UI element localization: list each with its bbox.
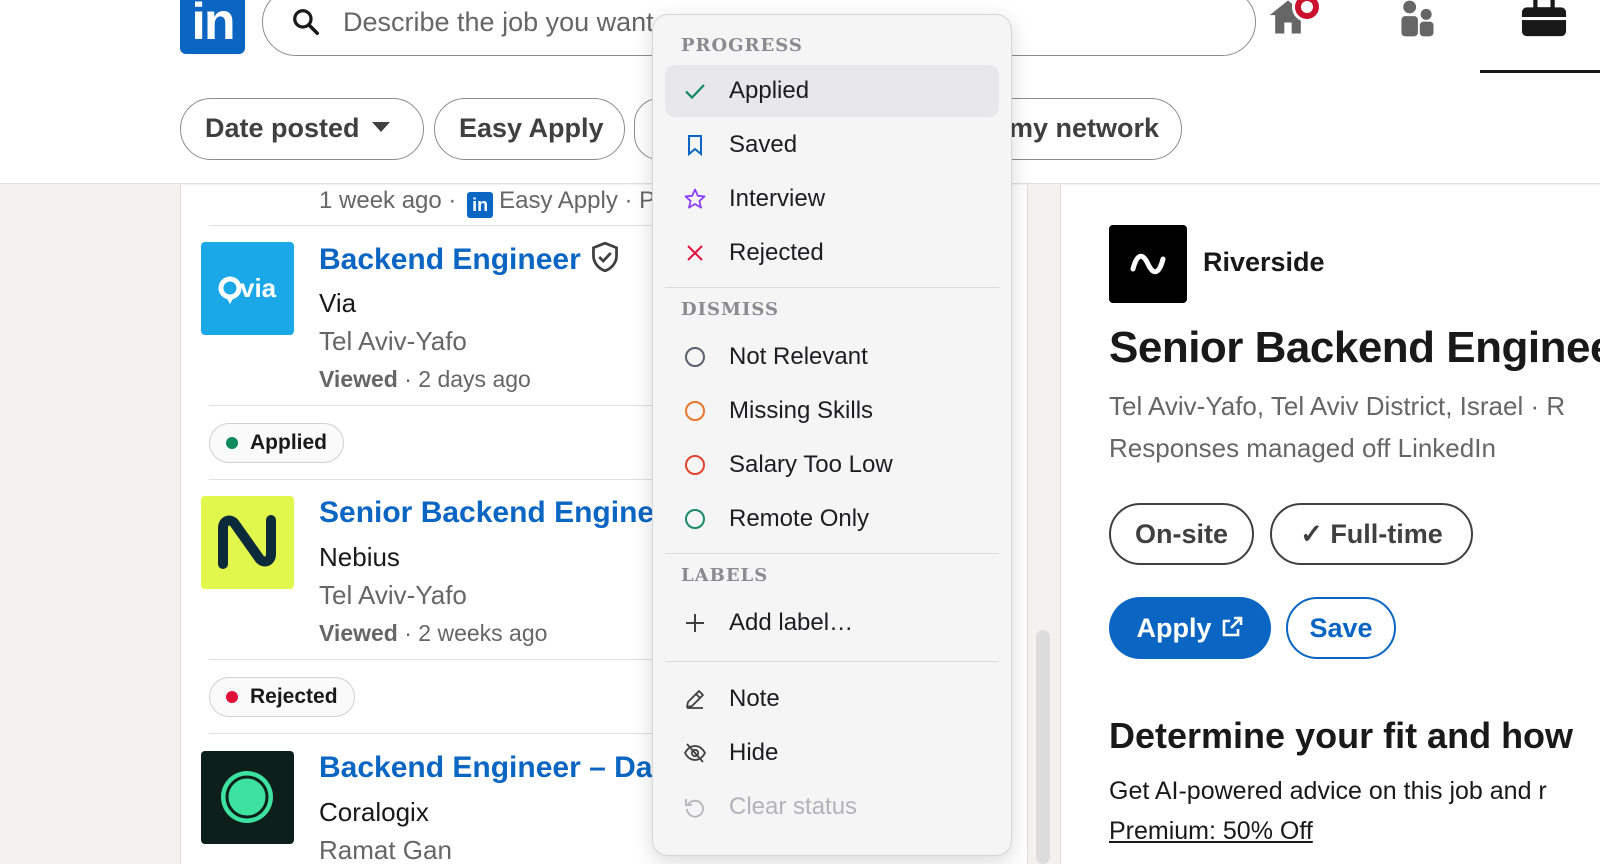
circle-icon bbox=[685, 509, 705, 529]
section-label-labels: LABELS bbox=[681, 565, 769, 586]
menu-item-not-relevant[interactable]: Not Relevant bbox=[665, 331, 999, 383]
wave-icon bbox=[1130, 253, 1166, 275]
status-dot bbox=[226, 437, 238, 449]
job-title-link[interactable]: Backend Engineer – Da bbox=[319, 751, 652, 785]
checkmark-icon: ✓ bbox=[1300, 519, 1331, 549]
search-icon bbox=[293, 9, 319, 35]
briefcase-icon bbox=[1521, 0, 1567, 37]
job-title-link[interactable]: Senior Backend Engine bbox=[319, 496, 654, 530]
circle-icon bbox=[685, 455, 705, 475]
circle-icon bbox=[685, 347, 705, 367]
premium-link[interactable]: Premium: 50% Off bbox=[1109, 817, 1313, 846]
filter-date-posted[interactable]: Date posted bbox=[180, 98, 424, 160]
job-title-link[interactable]: Backend Engineer bbox=[319, 242, 619, 277]
status-dot bbox=[226, 691, 238, 703]
apply-button[interactable]: Apply bbox=[1109, 597, 1271, 659]
list-scrollbar[interactable] bbox=[1036, 630, 1050, 864]
active-nav-indicator bbox=[1480, 70, 1600, 73]
menu-item-salary-too-low[interactable]: Salary Too Low bbox=[665, 439, 999, 491]
nav-jobs[interactable] bbox=[1518, 0, 1570, 42]
plus-icon bbox=[686, 614, 704, 632]
job-detail-responses: Responses managed off LinkedIn bbox=[1109, 433, 1496, 463]
menu-item-interview[interactable]: Interview bbox=[665, 173, 999, 225]
job-company: Coralogix bbox=[319, 797, 429, 827]
x-icon bbox=[687, 245, 703, 261]
job-location: Tel Aviv-Yafo bbox=[319, 580, 467, 610]
save-button[interactable]: Save bbox=[1286, 597, 1396, 659]
bookmark-icon bbox=[688, 135, 702, 157]
job-company: Nebius bbox=[319, 542, 400, 572]
filter-network-label: my network bbox=[1008, 113, 1159, 143]
via-logo-mark: via bbox=[218, 273, 277, 304]
external-link-icon bbox=[1222, 616, 1242, 637]
company-name[interactable]: Riverside bbox=[1203, 247, 1325, 278]
nav-home[interactable] bbox=[1266, 0, 1322, 42]
nebius-logo-mark bbox=[218, 515, 276, 569]
filter-date-posted-label: Date posted bbox=[205, 113, 360, 143]
workplace-chip: On-site bbox=[1109, 503, 1254, 565]
previous-job-meta: 1 week ago · in Easy Apply · P bbox=[319, 187, 655, 218]
job-viewed-meta: Viewed · 2 weeks ago bbox=[319, 620, 548, 646]
linkedin-mini-icon: in bbox=[467, 192, 494, 218]
caret-down-icon bbox=[371, 121, 390, 132]
menu-item-remote-only[interactable]: Remote Only bbox=[665, 493, 999, 545]
job-detail-title: Senior Backend Enginee bbox=[1109, 323, 1600, 372]
menu-item-rejected[interactable]: Rejected bbox=[665, 227, 999, 279]
undo-icon bbox=[685, 799, 704, 818]
menu-item-note[interactable]: Note bbox=[665, 673, 999, 725]
fit-heading: Determine your fit and how bbox=[1109, 715, 1574, 756]
menu-item-applied[interactable]: Applied bbox=[665, 65, 999, 117]
job-type-chip: ✓ Full-time bbox=[1270, 503, 1473, 565]
svg-text:via: via bbox=[240, 273, 277, 303]
job-viewed-meta: Viewed · 2 days ago bbox=[319, 366, 531, 392]
coralogix-logo-mark bbox=[221, 771, 273, 823]
pencil-icon bbox=[686, 690, 704, 709]
coralogix-logo bbox=[201, 751, 294, 844]
star-icon bbox=[684, 188, 706, 209]
menu-item-saved[interactable]: Saved bbox=[665, 119, 999, 171]
people-icon bbox=[1401, 0, 1434, 37]
verified-shield-icon bbox=[591, 242, 618, 272]
job-status-menu: PROGRESS Applied Saved Interview Rejecte… bbox=[652, 14, 1012, 856]
menu-separator bbox=[665, 553, 999, 554]
via-logo: via bbox=[201, 242, 294, 335]
status-chip-rejected[interactable]: Rejected bbox=[209, 677, 355, 717]
section-label-dismiss: DISMISS bbox=[681, 299, 779, 320]
linkedin-logo[interactable]: in bbox=[180, 0, 245, 54]
menu-item-missing-skills[interactable]: Missing Skills bbox=[665, 385, 999, 437]
search-placeholder: Describe the job you want bbox=[343, 7, 654, 37]
check-icon bbox=[685, 84, 705, 100]
menu-item-add-label[interactable]: Add label… bbox=[665, 597, 999, 649]
menu-separator bbox=[665, 661, 999, 662]
status-chip-applied[interactable]: Applied bbox=[209, 423, 344, 463]
nebius-logo bbox=[201, 496, 294, 589]
job-company: Via bbox=[319, 288, 357, 318]
filter-easy-apply-label: Easy Apply bbox=[459, 113, 604, 143]
eye-off-icon bbox=[683, 743, 707, 763]
section-label-progress: PROGRESS bbox=[681, 35, 803, 56]
menu-item-hide[interactable]: Hide bbox=[665, 727, 999, 779]
job-location: Ramat Gan bbox=[319, 835, 452, 864]
filter-easy-apply[interactable]: Easy Apply bbox=[434, 98, 625, 160]
job-detail-location: Tel Aviv-Yafo, Tel Aviv District, Israel… bbox=[1109, 391, 1566, 421]
menu-item-clear-status[interactable]: Clear status bbox=[665, 781, 999, 833]
riverside-logo[interactable] bbox=[1109, 225, 1187, 303]
circle-icon bbox=[685, 401, 705, 421]
nav-my-network[interactable] bbox=[1395, 0, 1439, 42]
job-detail-panel: Riverside Senior Backend Enginee Tel Avi… bbox=[1060, 185, 1600, 864]
menu-separator bbox=[665, 287, 999, 288]
ai-advice-text: Get AI-powered advice on this job and r bbox=[1109, 777, 1547, 805]
job-location: Tel Aviv-Yafo bbox=[319, 326, 467, 356]
